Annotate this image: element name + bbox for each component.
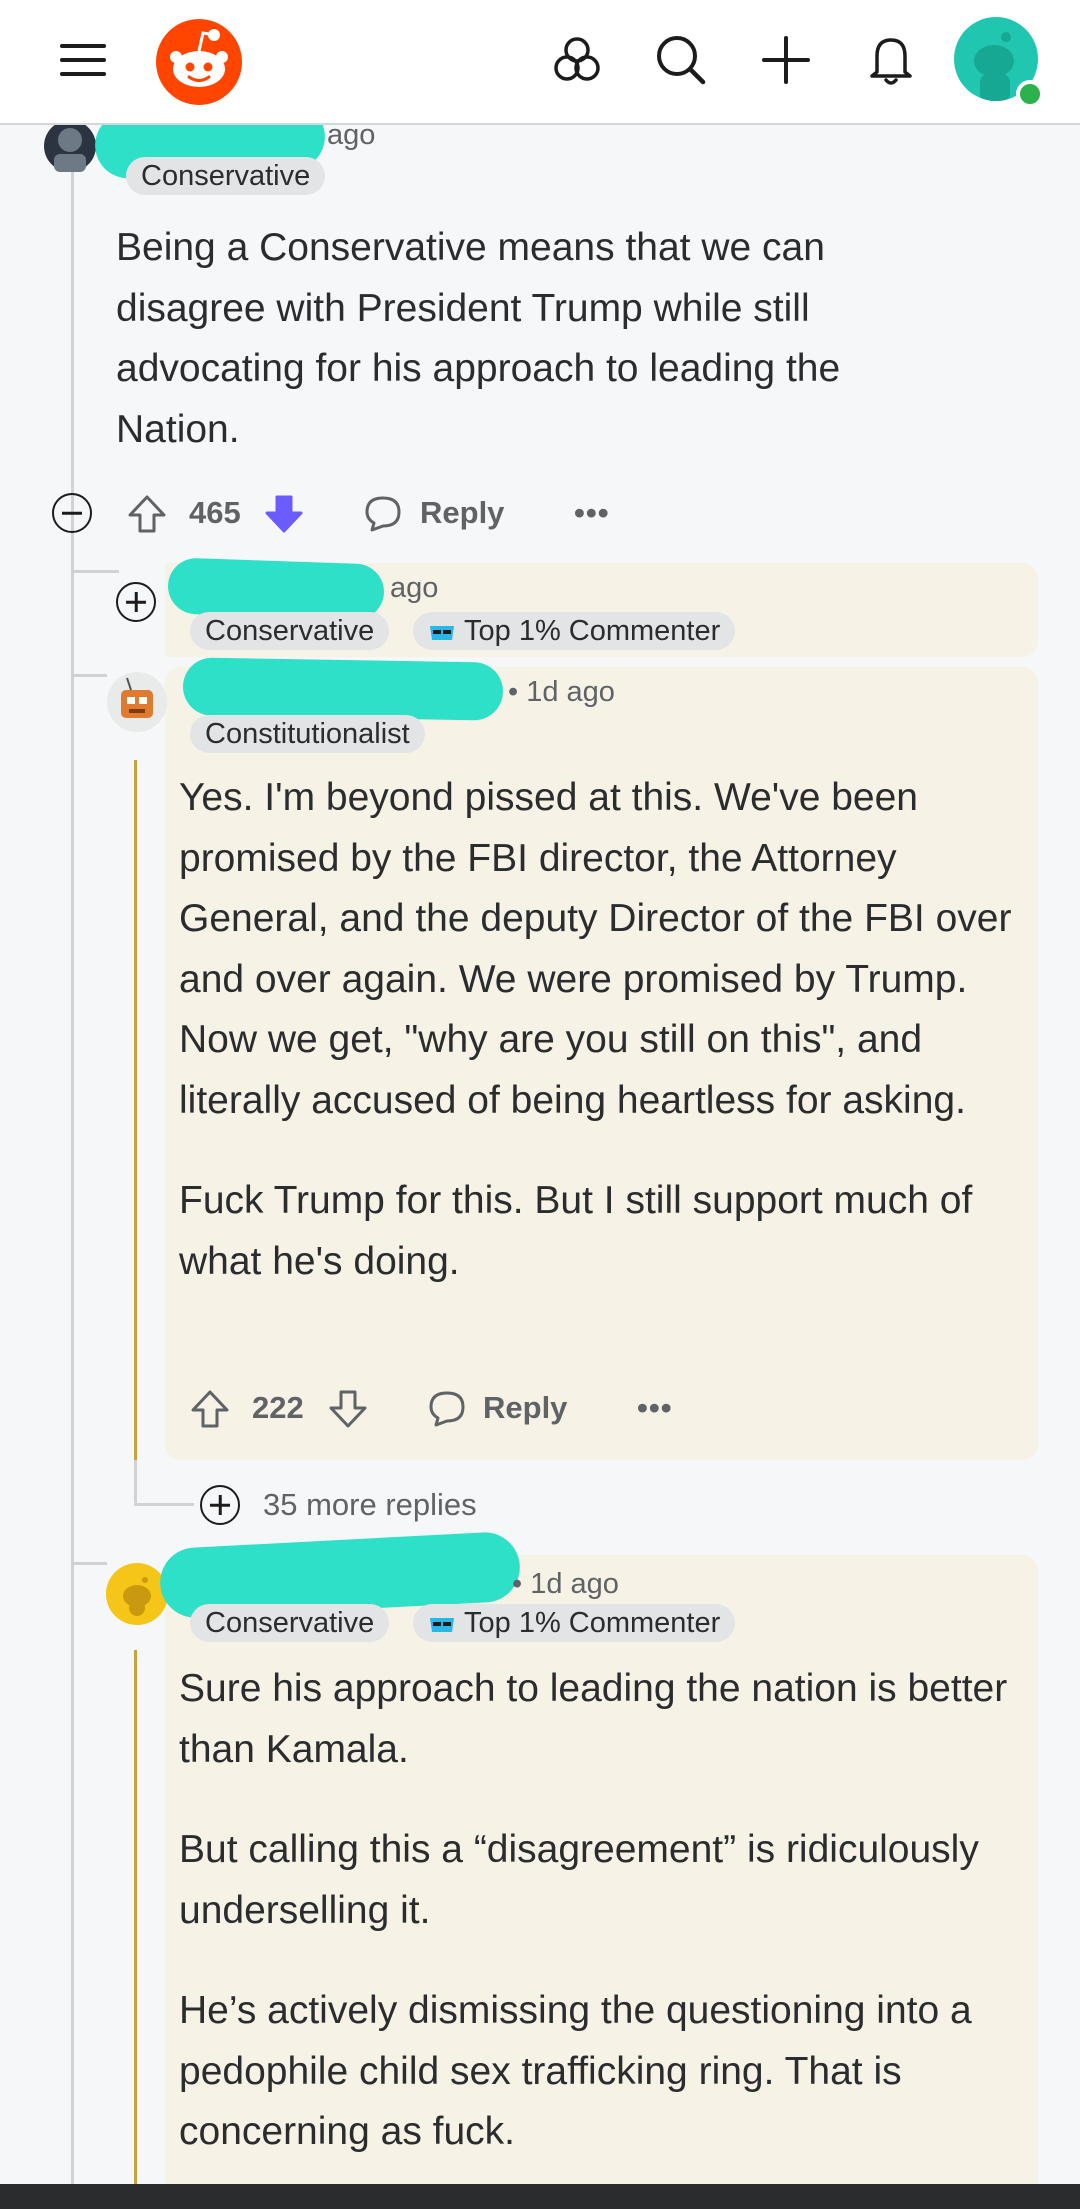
comment-body: Sure his approach to leading the nation … xyxy=(179,1659,1019,2203)
vote-count: 465 xyxy=(189,495,241,530)
expand-thread-button[interactable] xyxy=(116,582,156,622)
thread-connector xyxy=(71,1562,107,1565)
reply-button[interactable]: Reply xyxy=(483,1390,567,1426)
thread-connector xyxy=(134,1503,194,1506)
upvote-icon[interactable] xyxy=(125,492,169,536)
redacted-username xyxy=(182,657,504,721)
reply-button[interactable]: Reply xyxy=(420,495,504,531)
top-app-bar xyxy=(0,0,1080,125)
badge-label: Top 1% Commenter xyxy=(464,615,721,647)
comment-paragraph: Yes. I'm beyond pissed at this. We've be… xyxy=(179,776,1012,1122)
system-navigation-bar xyxy=(0,2184,1080,2209)
badge-label: Top 1% Commenter xyxy=(464,1607,721,1639)
communities-icon[interactable] xyxy=(541,24,613,96)
thread-connector xyxy=(71,570,119,573)
search-icon[interactable] xyxy=(645,24,717,96)
reply-icon[interactable] xyxy=(426,1388,468,1430)
user-avatar-icon[interactable] xyxy=(105,1562,169,1626)
comment-paragraph: He’s actively dismissing the questioning… xyxy=(179,1989,972,2153)
comment-time: • 1d ago xyxy=(508,676,615,708)
downvote-icon[interactable] xyxy=(262,492,306,536)
online-status-dot xyxy=(1016,80,1044,108)
comment-time: ago xyxy=(390,572,439,604)
vote-count: 222 xyxy=(252,1390,304,1425)
plus-icon[interactable] xyxy=(750,24,822,96)
comment-paragraph: But calling this a “disagreement” is rid… xyxy=(179,1828,979,1932)
comment-paragraph: Fuck Trump for this. But I still support… xyxy=(179,1179,973,1283)
top-commenter-badge: Top 1% Commenter xyxy=(413,612,736,650)
user-flair: Conservative xyxy=(190,1604,390,1642)
user-flair: Constitutionalist xyxy=(190,715,425,753)
thread-line xyxy=(71,163,74,2193)
user-avatar-icon[interactable] xyxy=(105,670,169,734)
expand-replies-button[interactable] xyxy=(200,1485,240,1525)
hamburger-menu-icon[interactable] xyxy=(48,24,120,96)
upvote-icon[interactable] xyxy=(188,1387,232,1431)
comment-body: Being a Conservative means that we can d… xyxy=(116,226,841,451)
thread-connector xyxy=(134,1460,137,1504)
user-avatar-icon[interactable] xyxy=(40,118,100,180)
thread-line-highlight xyxy=(134,760,137,1462)
comment-paragraph: Sure his approach to leading the nation … xyxy=(179,1667,1008,1771)
reply-icon[interactable] xyxy=(362,493,404,535)
top-commenter-badge-icon xyxy=(430,626,454,640)
user-flair: Conservative xyxy=(126,157,326,195)
more-options-button[interactable]: ••• xyxy=(574,495,610,531)
top-commenter-badge-icon xyxy=(430,1618,454,1632)
thread-connector xyxy=(71,674,107,677)
more-options-button[interactable]: ••• xyxy=(637,1390,673,1426)
comment-time: • 1d ago xyxy=(512,1568,619,1600)
downvote-icon[interactable] xyxy=(326,1387,370,1431)
thread-line-highlight xyxy=(134,1650,137,2190)
top-commenter-badge: Top 1% Commenter xyxy=(413,1604,736,1642)
reddit-snoo-logo[interactable] xyxy=(154,17,244,107)
user-flair: Conservative xyxy=(190,612,390,650)
comment-body: Yes. I'm beyond pissed at this. We've be… xyxy=(179,768,1019,1332)
more-replies-link[interactable]: 35 more replies xyxy=(263,1487,477,1523)
bell-icon[interactable] xyxy=(855,24,927,96)
collapse-thread-button[interactable] xyxy=(52,493,92,533)
